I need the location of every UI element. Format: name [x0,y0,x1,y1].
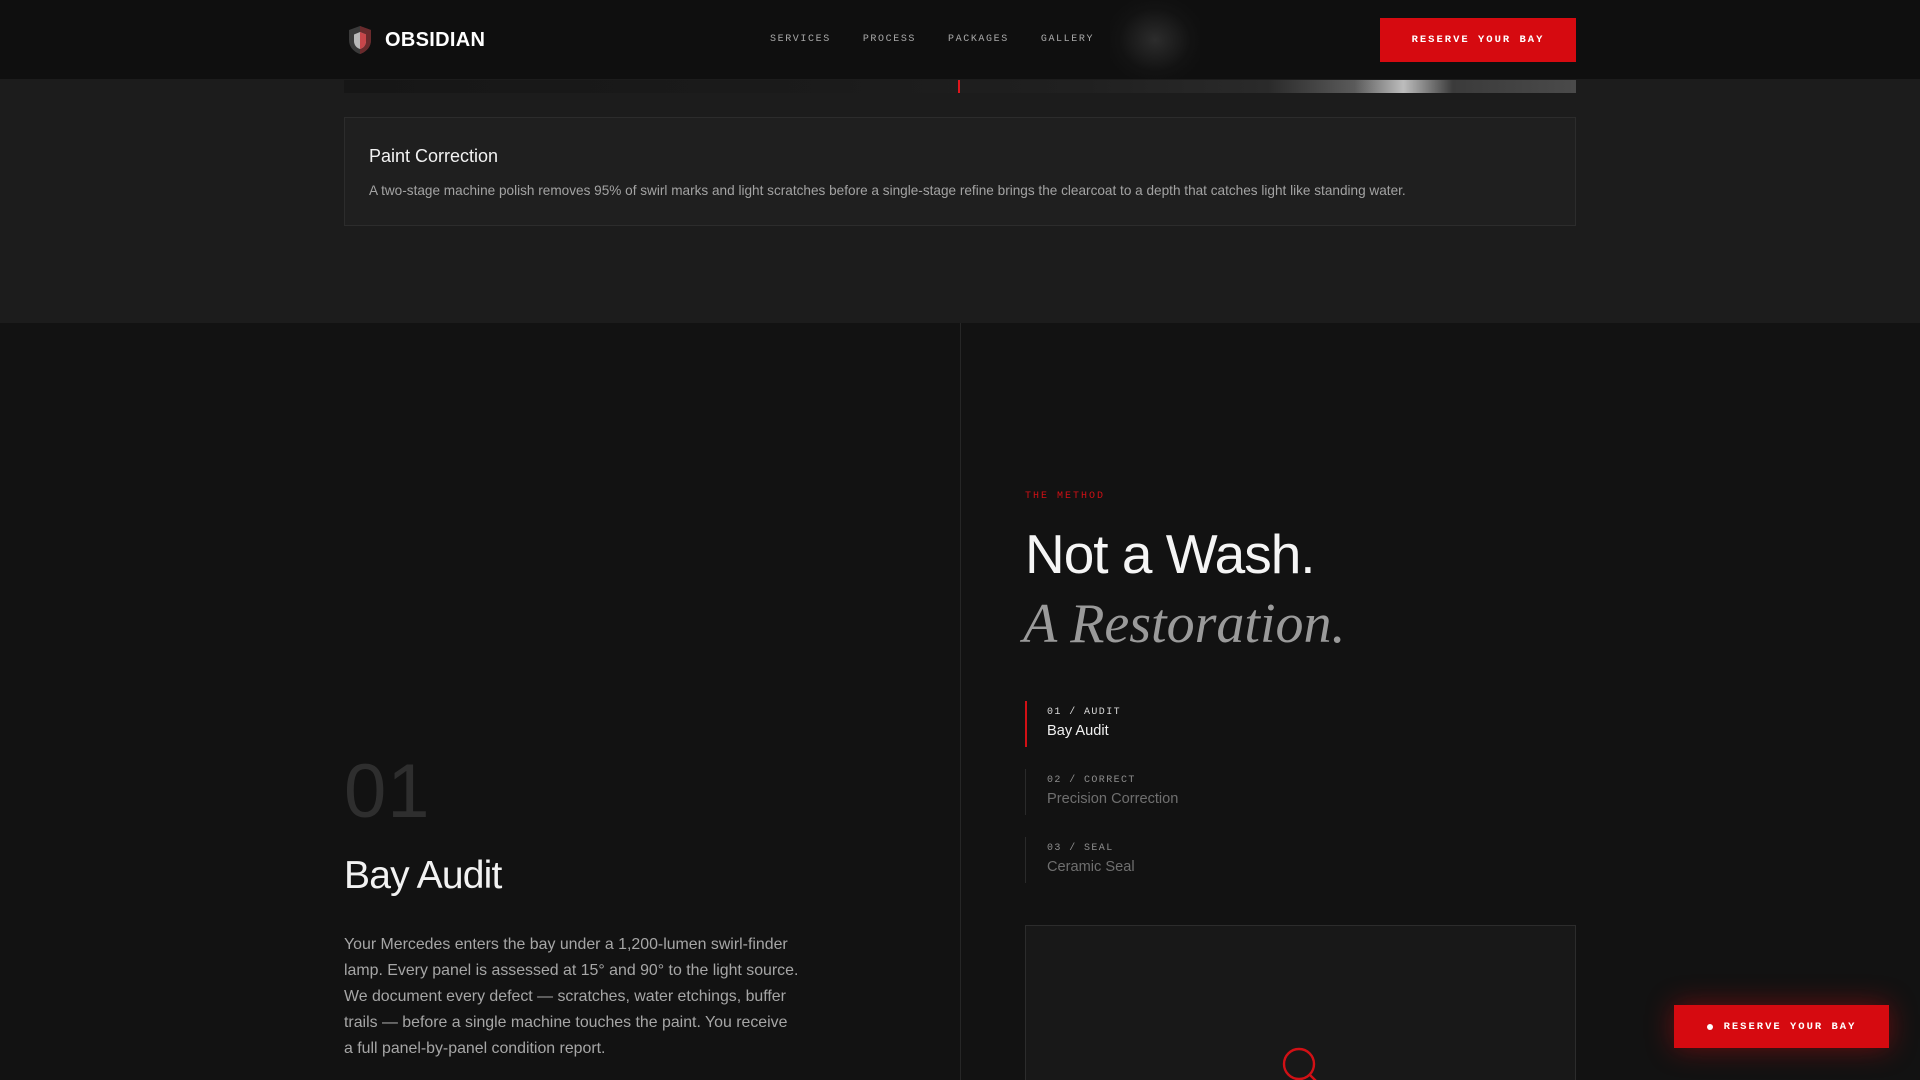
shield-icon [349,26,371,54]
comparison-slider-handle[interactable] [958,80,960,93]
floating-reserve-label: RESERVE YOUR BAY [1723,1020,1857,1033]
section-headline-italic: A Restoration. [1023,593,1346,655]
nav-link-gallery[interactable]: GALLERY [1041,34,1094,45]
nav-link-process[interactable]: PROCESS [863,34,916,45]
service-image-edge [344,80,1576,93]
active-step-description: Your Mercedes enters the bay under a 1,2… [344,936,799,1057]
step-label: Precision Correction [1047,791,1179,807]
status-dot-icon [1706,1023,1713,1030]
floating-reserve-button[interactable]: RESERVE YOUR BAY [1674,1005,1889,1048]
site-header: OBSIDIAN SERVICES PROCESS PACKAGES GALLE… [0,0,1920,80]
service-description: A two-stage machine polish removes 95% o… [369,183,1406,198]
step-tag: 03 / SEAL [1047,843,1114,854]
brand-logo-link[interactable]: OBSIDIAN [347,24,485,56]
section-headline: Not a Wash. [1025,523,1316,585]
step-tab-audit[interactable]: 01 / AUDIT Bay Audit [1025,701,1325,747]
step-tab-seal[interactable]: 03 / SEAL Ceramic Seal [1025,837,1325,883]
active-step-number: 01 [344,749,431,834]
service-card: Paint Correction A two-stage machine pol… [344,117,1576,226]
step-label: Ceramic Seal [1047,859,1135,875]
section-divider [960,323,961,1080]
brand-name: OBSIDIAN [385,28,486,51]
step-label: Bay Audit [1047,723,1109,739]
step-tag: 02 / CORRECT [1047,775,1136,786]
magnifier-icon [1282,1047,1317,1080]
service-title: Paint Correction [369,146,499,166]
step-preview-panel [1025,925,1576,1080]
active-step-title: Bay Audit [344,854,502,897]
step-tag: 01 / AUDIT [1047,707,1122,718]
nav-link-packages[interactable]: PACKAGES [948,34,1009,45]
process-steps-list: 01 / AUDIT Bay Audit 02 / CORRECT Precis… [1025,701,1325,905]
reserve-bay-button[interactable]: RESERVE YOUR BAY [1380,18,1576,62]
nav-link-services[interactable]: SERVICES [770,34,831,45]
main-nav: SERVICES PROCESS PACKAGES GALLERY [770,34,1126,45]
section-eyebrow: THE METHOD [1025,491,1106,502]
step-tab-correct[interactable]: 02 / CORRECT Precision Correction [1025,769,1325,815]
